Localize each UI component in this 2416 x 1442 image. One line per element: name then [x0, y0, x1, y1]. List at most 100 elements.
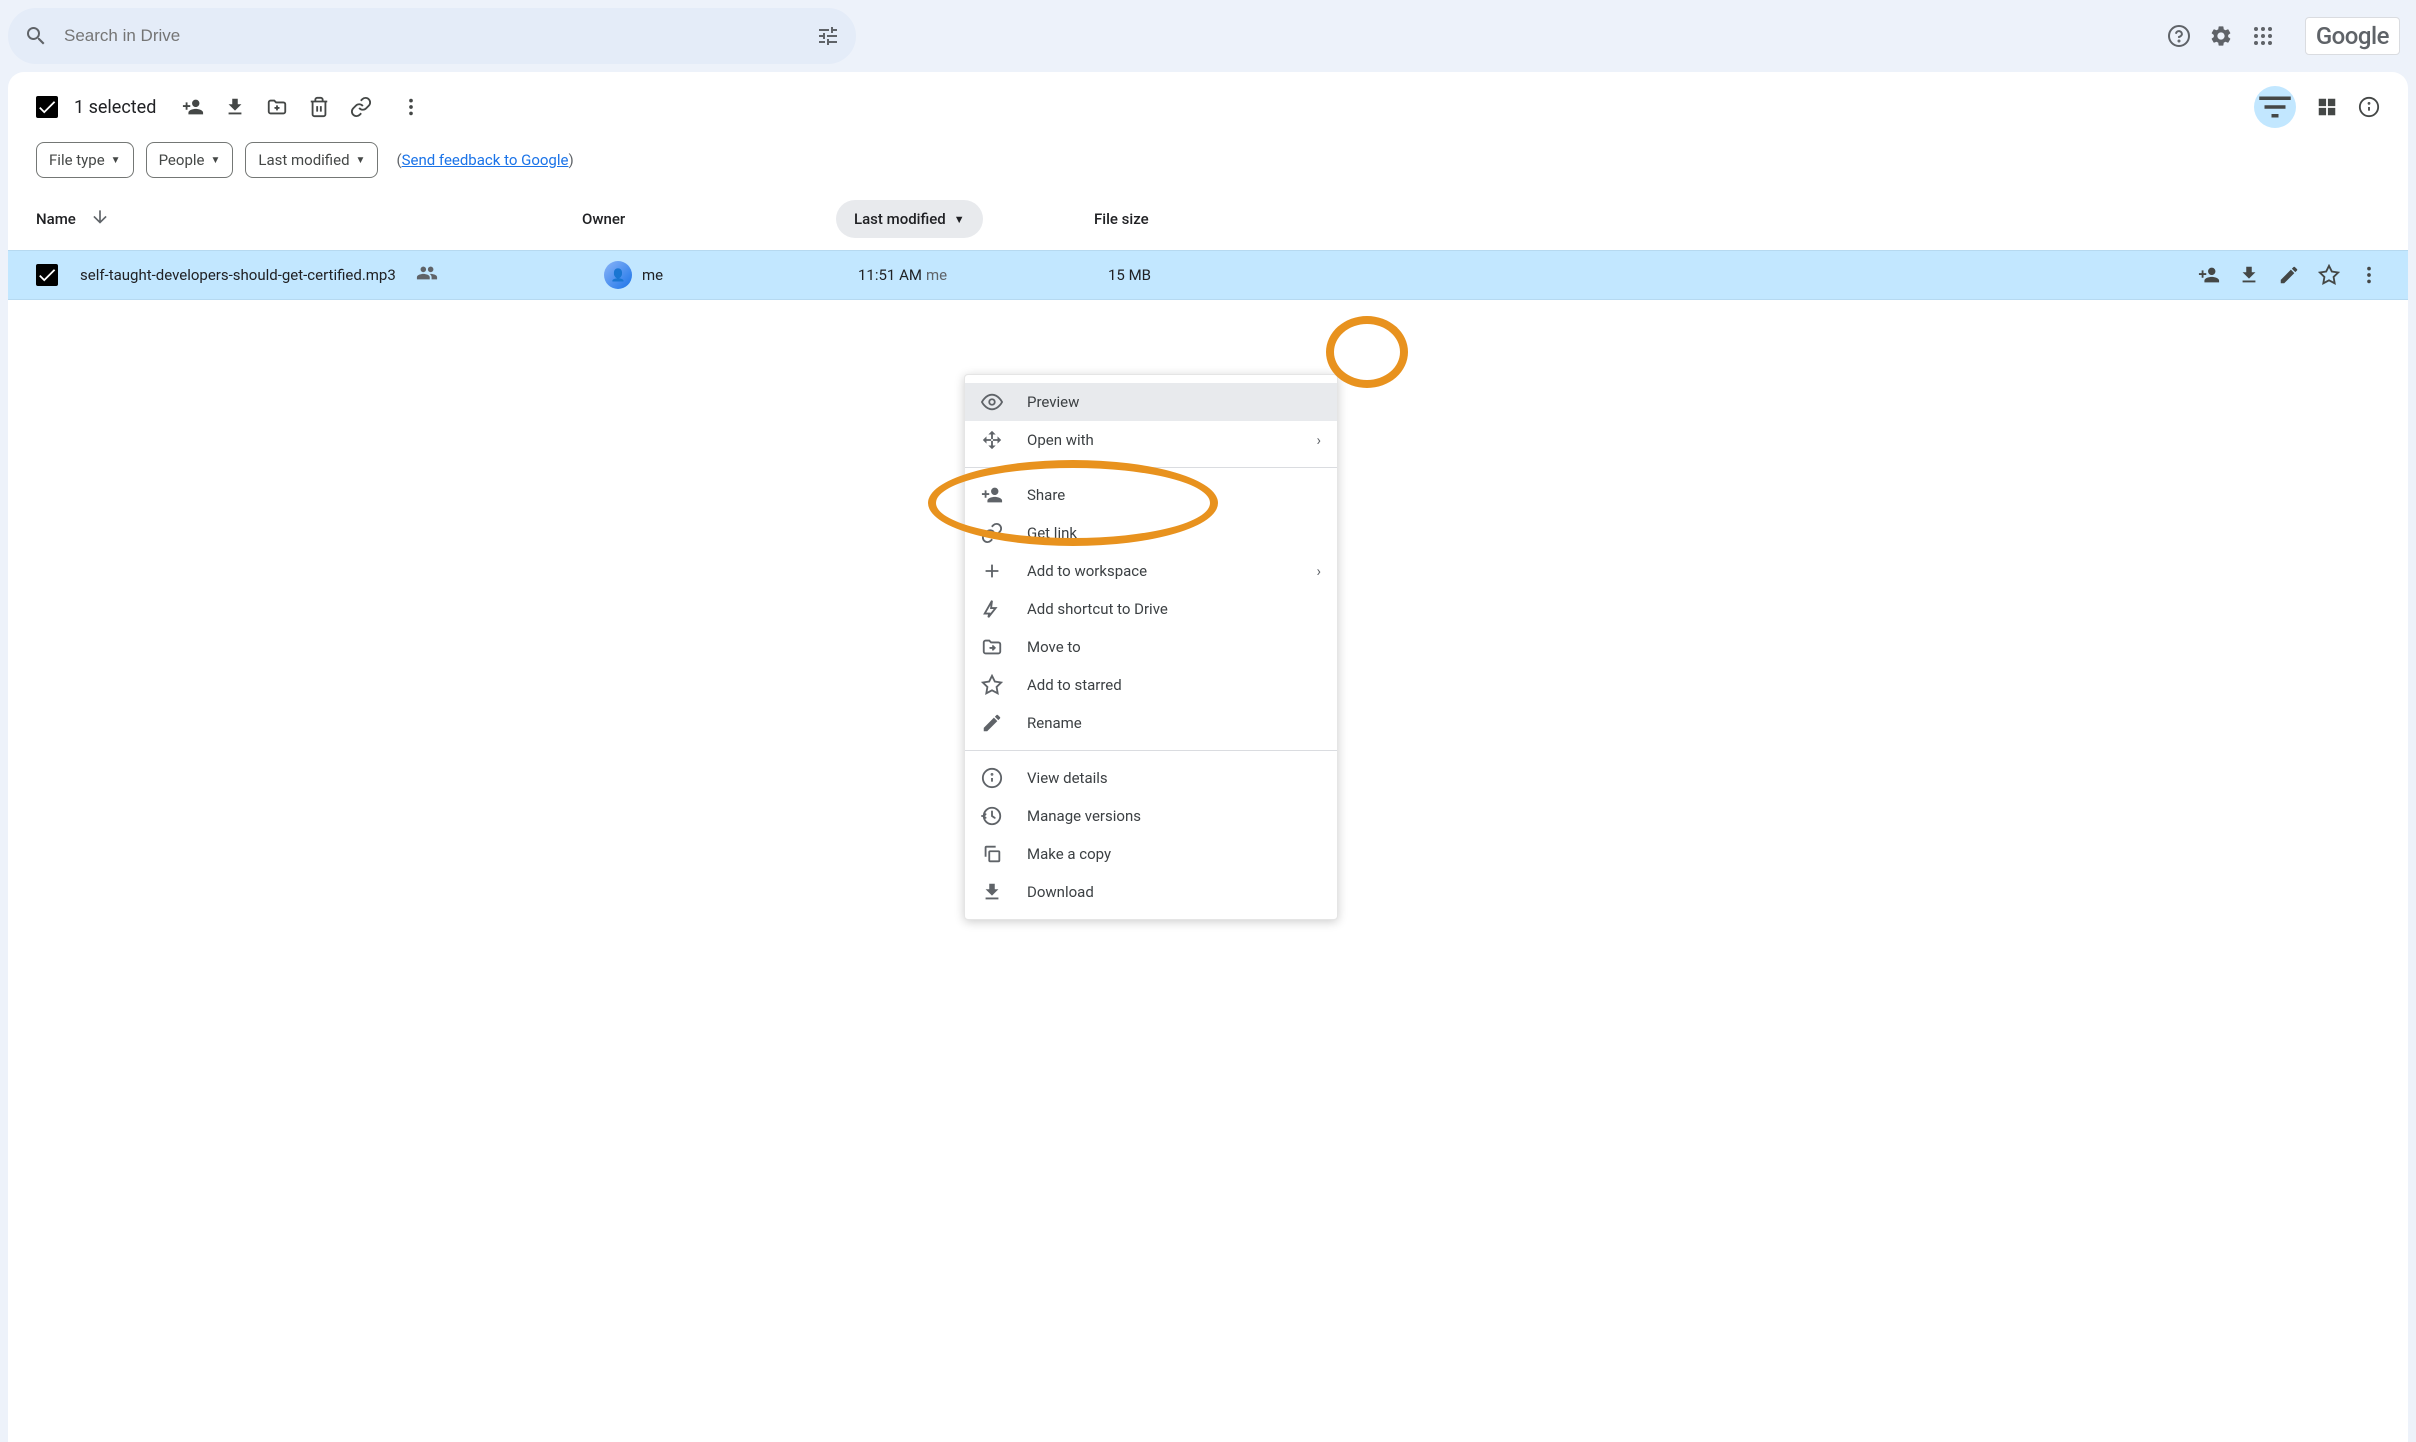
menu-label: Add shortcut to Drive — [1027, 600, 1168, 618]
share-icon[interactable] — [182, 96, 204, 118]
tune-icon[interactable] — [816, 24, 840, 48]
filter-last-modified[interactable]: Last modified ▼ — [245, 142, 378, 178]
move-icon[interactable] — [266, 96, 288, 118]
more-icon[interactable] — [400, 96, 422, 118]
filter-chips: File type ▼ People ▼ Last modified ▼ (Se… — [8, 142, 2408, 188]
filter-file-type[interactable]: File type ▼ — [36, 142, 134, 178]
menu-manage-versions[interactable]: Manage versions — [965, 797, 1337, 835]
menu-label: Manage versions — [1027, 807, 1141, 825]
filter-list-icon[interactable] — [2254, 86, 2296, 128]
open-with-icon — [981, 429, 1003, 451]
menu-make-copy[interactable]: Make a copy — [965, 835, 1337, 873]
chip-label: People — [159, 151, 205, 169]
search-bar[interactable] — [8, 8, 856, 64]
menu-share[interactable]: Share — [965, 476, 1337, 514]
top-right-controls: Google — [2167, 17, 2400, 55]
selection-count: 1 selected — [74, 97, 156, 118]
menu-label: Add to starred — [1027, 676, 1122, 694]
download-icon — [981, 881, 1003, 903]
google-logo: Google — [2305, 17, 2400, 55]
share-person-icon — [981, 484, 1003, 506]
menu-preview[interactable]: Preview — [965, 383, 1337, 421]
row-size: 15 MB — [1108, 266, 1218, 284]
grid-view-icon[interactable] — [2316, 96, 2338, 118]
help-icon[interactable] — [2167, 24, 2191, 48]
row-modified: 11:51 AMme — [858, 266, 1092, 284]
chevron-right-icon: › — [1316, 562, 1321, 580]
history-icon — [981, 805, 1003, 827]
rename-icon — [981, 712, 1003, 734]
menu-label: Add to workspace — [1027, 562, 1147, 580]
menu-get-link[interactable]: Get link — [965, 514, 1337, 552]
menu-label: Share — [1027, 486, 1065, 504]
download-icon[interactable] — [224, 96, 246, 118]
link-icon[interactable] — [350, 96, 372, 118]
folder-move-icon — [981, 636, 1003, 658]
feedback-text: (Send feedback to Google) — [396, 151, 573, 169]
chip-label: Last modified — [258, 151, 349, 169]
menu-label: Preview — [1027, 393, 1079, 411]
menu-add-workspace[interactable]: Add to workspace › — [965, 552, 1337, 590]
search-input[interactable] — [48, 26, 816, 46]
avatar: 👤 — [604, 261, 632, 289]
menu-add-starred[interactable]: Add to starred — [965, 666, 1337, 704]
selection-toolbar: 1 selected — [8, 72, 2408, 142]
menu-open-with[interactable]: Open with › — [965, 421, 1337, 459]
drive-shortcut-icon — [981, 598, 1003, 620]
menu-label: Move to — [1027, 638, 1081, 656]
menu-add-shortcut[interactable]: Add shortcut to Drive — [965, 590, 1337, 628]
chevron-down-icon: ▼ — [111, 155, 121, 166]
row-download-icon[interactable] — [2238, 264, 2260, 286]
column-modified[interactable]: Last modified ▼ — [836, 200, 1078, 238]
menu-label: Make a copy — [1027, 845, 1111, 863]
menu-label: Open with — [1027, 431, 1094, 449]
select-all-checkbox[interactable] — [36, 96, 58, 118]
plus-icon — [981, 560, 1003, 582]
row-rename-icon[interactable] — [2278, 264, 2300, 286]
annotation-circle-more — [1326, 316, 1408, 388]
column-size[interactable]: File size — [1094, 210, 2380, 228]
context-menu: Preview Open with › Share Get link Add t… — [964, 374, 1338, 920]
menu-rename[interactable]: Rename — [965, 704, 1337, 742]
column-name[interactable]: Name — [36, 207, 566, 231]
star-icon — [981, 674, 1003, 696]
row-more-icon[interactable] — [2358, 264, 2380, 286]
search-icon — [24, 24, 48, 48]
eye-icon — [981, 391, 1003, 413]
info-icon[interactable] — [2358, 96, 2380, 118]
copy-icon — [981, 843, 1003, 865]
chip-label: File type — [49, 151, 105, 169]
link-icon — [981, 522, 1003, 544]
row-share-icon[interactable] — [2198, 264, 2220, 286]
menu-divider — [965, 467, 1337, 468]
row-name: self-taught-developers-should-get-certif… — [80, 262, 588, 288]
menu-label: Download — [1027, 883, 1094, 901]
top-bar: Google — [0, 0, 2416, 72]
menu-label: View details — [1027, 769, 1108, 787]
chevron-down-icon: ▼ — [210, 155, 220, 166]
info-icon — [981, 767, 1003, 789]
menu-view-details[interactable]: View details — [965, 759, 1337, 797]
column-owner[interactable]: Owner — [582, 210, 820, 228]
feedback-link[interactable]: Send feedback to Google — [402, 151, 569, 169]
table-row[interactable]: self-taught-developers-should-get-certif… — [8, 250, 2408, 300]
sort-arrow-icon — [90, 207, 110, 231]
row-actions — [2198, 264, 2380, 286]
row-owner: 👤 me — [604, 261, 842, 289]
chevron-down-icon: ▼ — [356, 155, 366, 166]
row-star-icon[interactable] — [2318, 264, 2340, 286]
table-header: Name Owner Last modified ▼ File size — [8, 188, 2408, 250]
menu-label: Get link — [1027, 524, 1077, 542]
apps-icon[interactable] — [2251, 24, 2275, 48]
menu-divider — [965, 750, 1337, 751]
main-content: 1 selected File type — [8, 72, 2408, 1442]
filter-people[interactable]: People ▼ — [146, 142, 234, 178]
row-checkbox[interactable] — [36, 264, 58, 286]
chevron-down-icon: ▼ — [954, 213, 965, 226]
menu-download[interactable]: Download — [965, 873, 1337, 911]
settings-icon[interactable] — [2209, 24, 2233, 48]
trash-icon[interactable] — [308, 96, 330, 118]
shared-icon — [416, 262, 438, 288]
menu-label: Rename — [1027, 714, 1082, 732]
menu-move-to[interactable]: Move to — [965, 628, 1337, 666]
